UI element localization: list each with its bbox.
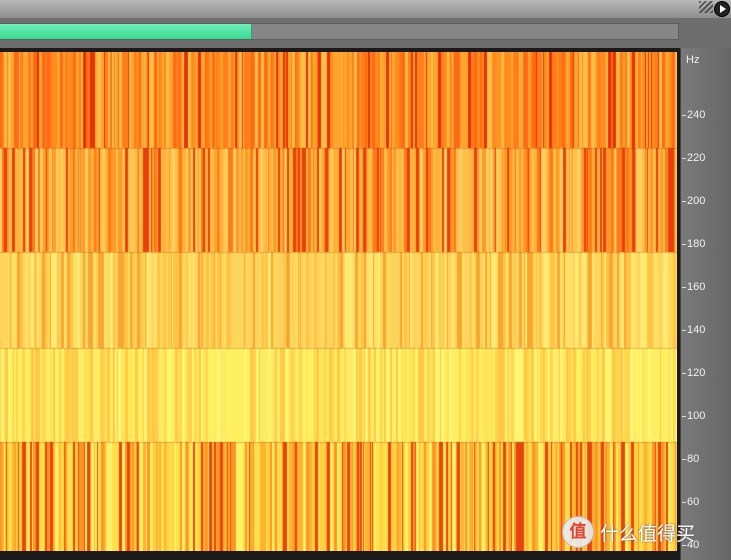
play-button[interactable] (714, 1, 730, 17)
frequency-tick-label: 120 (687, 367, 706, 379)
frequency-tick-label: 180 (687, 238, 706, 250)
frequency-tick (682, 459, 686, 460)
scrollbar-thumb[interactable] (0, 24, 252, 39)
frequency-tick-label: 220 (687, 152, 706, 164)
frequency-tick-label: 240 (687, 109, 706, 121)
frequency-tick (682, 502, 686, 503)
frequency-tick (682, 201, 686, 202)
frequency-unit-label: Hz (686, 54, 700, 66)
watermark-text: 什么值得买 (600, 524, 696, 545)
frequency-tick (682, 330, 686, 331)
frequency-tick (682, 287, 686, 288)
frequency-tick-label: 60 (687, 496, 700, 508)
frequency-tick (682, 416, 686, 417)
frequency-tick-label: 140 (687, 324, 706, 336)
frequency-tick (682, 373, 686, 374)
top-toolbar (0, 0, 731, 19)
frequency-tick-label: 200 (687, 195, 706, 207)
frequency-tick (682, 115, 686, 116)
watermark-logo-icon: 值 (562, 516, 594, 548)
frequency-axis-panel: Hz 240 220 200 180 160 140 120 100 80 60 40 (680, 48, 731, 560)
frequency-tick-label: 160 (687, 281, 706, 293)
frequency-tick-label: 80 (687, 453, 700, 465)
horizontal-scroll-area (0, 18, 731, 48)
frequency-tick (682, 244, 686, 245)
frequency-tick-label: 100 (687, 410, 706, 422)
spectrogram-view[interactable] (0, 52, 677, 551)
resize-grip-icon[interactable] (699, 1, 713, 13)
frequency-tick (682, 158, 686, 159)
horizontal-scrollbar[interactable] (0, 23, 679, 40)
